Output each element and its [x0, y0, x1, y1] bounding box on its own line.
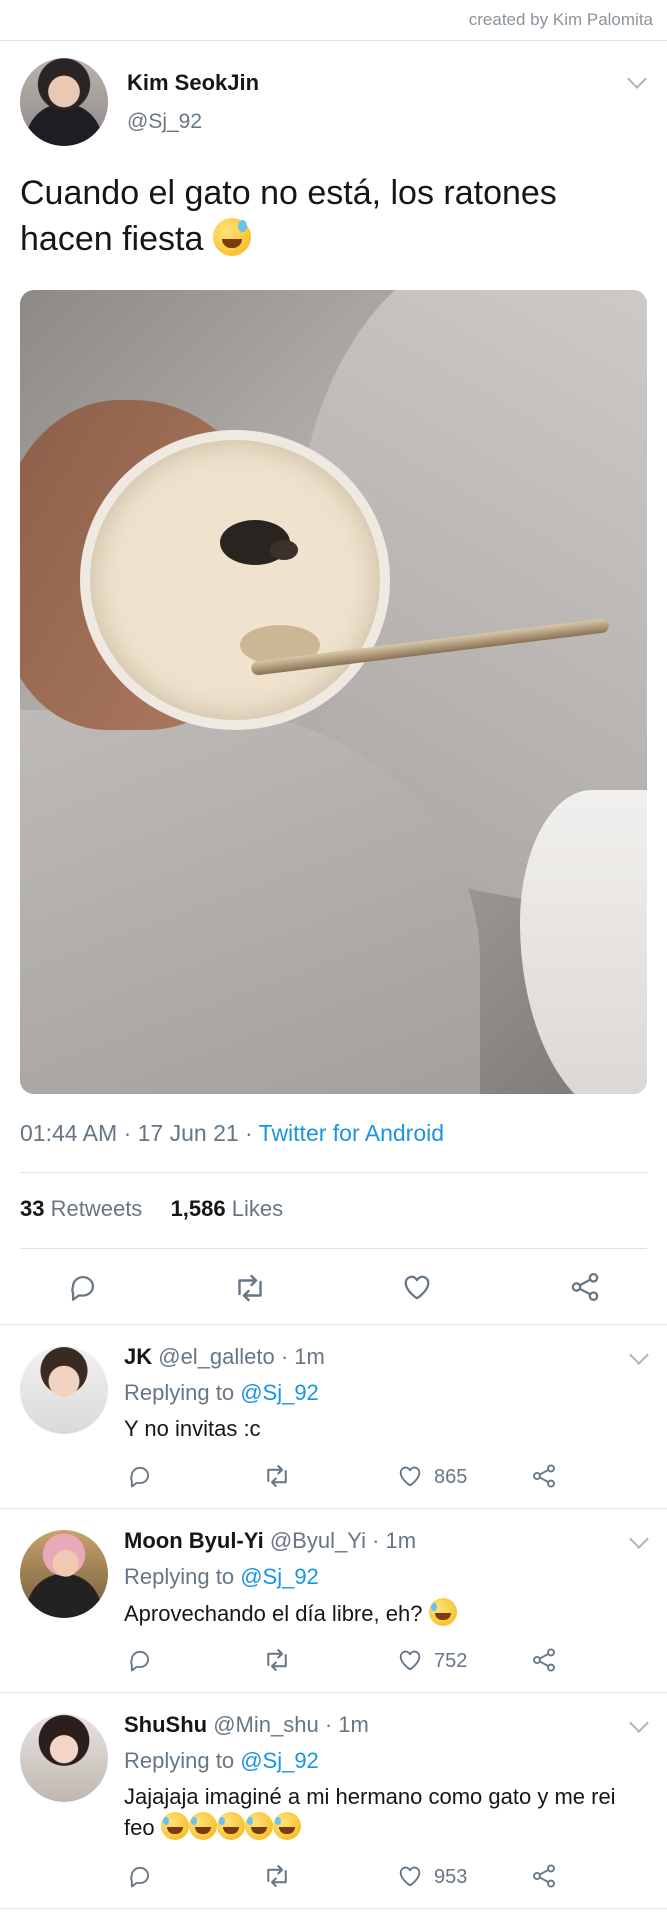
reply-author-handle: @el_galleto · 1m	[152, 1344, 325, 1369]
chevron-down-icon[interactable]	[629, 1345, 649, 1365]
like-icon[interactable]	[396, 1862, 424, 1890]
reply-author[interactable]: ShuShu @Min_shu · 1m	[124, 1712, 369, 1738]
rofl-emoji	[216, 1812, 245, 1840]
photo-ice-cream-cup	[80, 430, 390, 730]
divider	[0, 1324, 667, 1325]
reply-text-content: Y no invitas :c	[124, 1416, 261, 1441]
top-divider	[0, 40, 667, 41]
reply-author-handle: @Byul_Yi · 1m	[263, 1528, 417, 1553]
replying-to: Replying to @Sj_92	[124, 1380, 319, 1406]
reply-text: Y no invitas :c	[124, 1414, 644, 1444]
share-icon[interactable]	[530, 1646, 558, 1674]
rofl-emoji	[188, 1812, 217, 1840]
mention-link[interactable]: @Sj_92	[240, 1564, 319, 1589]
replying-label: Replying to	[124, 1564, 241, 1589]
like-count: 752	[434, 1650, 468, 1672]
like-icon[interactable]	[400, 1270, 434, 1304]
retweet-icon[interactable]	[262, 1461, 292, 1491]
author-avatar[interactable]	[20, 58, 108, 146]
photo-cookie	[270, 540, 298, 560]
divider	[0, 1692, 667, 1693]
reply-avatar[interactable]	[20, 1714, 108, 1802]
retweet-icon[interactable]	[232, 1270, 268, 1306]
reply-author[interactable]: Moon Byul-Yi @Byul_Yi · 1m	[124, 1528, 416, 1554]
author-handle[interactable]: @Sj_92	[127, 110, 202, 134]
like-icon[interactable]	[396, 1646, 424, 1674]
share-icon[interactable]	[530, 1462, 558, 1490]
likes-count: 1,586	[170, 1196, 226, 1221]
reply-author-name: Moon Byul-Yi	[124, 1528, 264, 1553]
tweet-meta: 01:44 AM · 17 Jun 21 · Twitter for Andro…	[20, 1120, 444, 1147]
reply-text: Aprovechando el día libre, eh?	[124, 1598, 644, 1629]
reply-icon[interactable]	[126, 1862, 154, 1890]
chevron-down-icon[interactable]	[629, 1713, 649, 1733]
rofl-emoji	[160, 1812, 189, 1840]
replying-label: Replying to	[124, 1748, 241, 1773]
tweet-photo[interactable]	[20, 290, 647, 1094]
divider	[20, 1172, 647, 1173]
share-icon[interactable]	[568, 1270, 602, 1304]
rofl-emoji	[428, 1598, 457, 1626]
like-count: 953	[434, 1866, 468, 1888]
mention-link[interactable]: @Sj_92	[240, 1748, 319, 1773]
reply-avatar[interactable]	[20, 1530, 108, 1618]
photo-sock	[520, 790, 647, 1094]
retweets-count: 33	[20, 1196, 45, 1221]
reply-text-content: Aprovechando el día libre, eh?	[124, 1601, 423, 1626]
divider	[0, 1908, 667, 1909]
rofl-emoji	[244, 1812, 273, 1840]
retweet-icon[interactable]	[262, 1645, 292, 1675]
tweet-text: Cuando el gato no está, los ratones hace…	[20, 170, 640, 262]
tweet-text-content: Cuando el gato no está, los ratones hace…	[20, 174, 557, 258]
retweets-stat[interactable]: 33 Retweets	[20, 1196, 142, 1221]
replying-label: Replying to	[124, 1380, 241, 1405]
reply-author-handle: @Min_shu · 1m	[207, 1712, 369, 1737]
author-name[interactable]: Kim SeokJin	[127, 70, 259, 96]
divider	[20, 1248, 647, 1249]
reply-icon[interactable]	[66, 1270, 100, 1304]
like-icon[interactable]	[396, 1462, 424, 1490]
reply-avatar[interactable]	[20, 1346, 108, 1434]
divider	[0, 1508, 667, 1509]
main-action-bar	[0, 1268, 667, 1308]
like-count: 865	[434, 1466, 468, 1488]
reply-text: Jajajaja imaginé a mi hermano como gato …	[124, 1782, 644, 1843]
chevron-down-icon[interactable]	[627, 69, 647, 89]
likes-label: Likes	[225, 1196, 284, 1221]
reply-author-name: JK	[124, 1344, 153, 1369]
share-icon[interactable]	[530, 1862, 558, 1890]
likes-stat[interactable]: 1,586 Likes	[171, 1196, 284, 1221]
retweets-label: Retweets	[44, 1196, 143, 1221]
replying-to: Replying to @Sj_92	[124, 1564, 319, 1590]
tweet-source-link[interactable]: Twitter for Android	[259, 1120, 444, 1146]
credit-text: created by Kim Palomita	[468, 10, 653, 29]
reply-icon[interactable]	[126, 1646, 154, 1674]
reply-author[interactable]: JK @el_galleto · 1m	[124, 1344, 325, 1370]
reply-author-name: ShuShu	[124, 1712, 208, 1737]
mention-link[interactable]: @Sj_92	[240, 1380, 319, 1405]
replying-to: Replying to @Sj_92	[124, 1748, 319, 1774]
rofl-emoji	[272, 1812, 301, 1840]
tweet-time: 01:44 AM · 17 Jun 21 ·	[20, 1120, 259, 1146]
retweet-icon[interactable]	[262, 1861, 292, 1891]
grinning-sweat-emoji	[212, 218, 251, 256]
reply-icon[interactable]	[126, 1462, 154, 1490]
tweet-stats: 33 Retweets 1,586 Likes	[20, 1196, 283, 1222]
chevron-down-icon[interactable]	[629, 1529, 649, 1549]
